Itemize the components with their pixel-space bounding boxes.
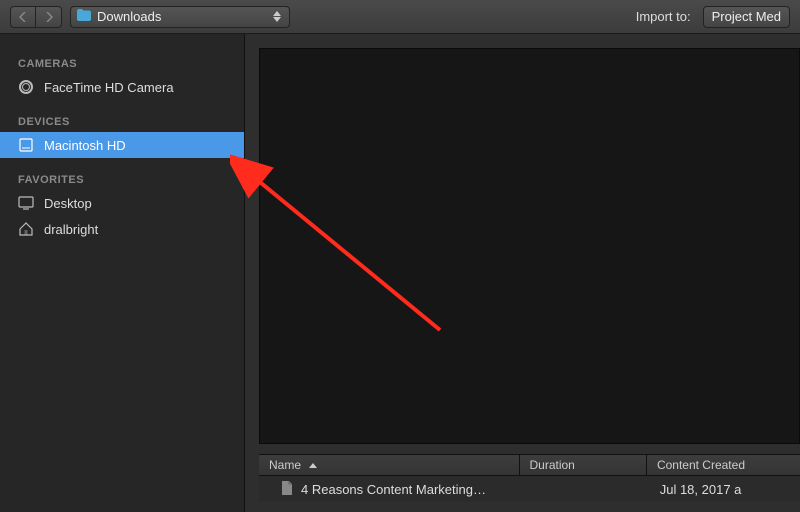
table-header: Name Duration Content Created [259, 454, 800, 476]
column-duration[interactable]: Duration [520, 455, 647, 475]
sidebar-item-macintosh-hd[interactable]: Macintosh HD [0, 132, 244, 158]
content-area: Name Duration Content Created 4 Reasons … [245, 34, 800, 512]
folder-icon [77, 9, 91, 24]
column-content-created[interactable]: Content Created [647, 455, 800, 475]
import-to-value: Project Med [712, 9, 781, 24]
path-selector[interactable]: Downloads [70, 6, 290, 28]
updown-icon [271, 11, 283, 22]
sidebar: CAMERAS FaceTime HD Camera DEVICES Macin… [0, 34, 245, 512]
sidebar-item-home[interactable]: dralbright [0, 216, 244, 242]
main-area: CAMERAS FaceTime HD Camera DEVICES Macin… [0, 34, 800, 512]
import-to-selector[interactable]: Project Med [703, 6, 790, 28]
file-table: Name Duration Content Created 4 Reasons … [259, 454, 800, 512]
sidebar-item-facetime-camera[interactable]: FaceTime HD Camera [0, 74, 244, 100]
desktop-icon [18, 195, 34, 211]
document-icon [281, 481, 293, 498]
camera-icon [18, 79, 34, 95]
sidebar-item-label: dralbright [44, 222, 98, 237]
back-button[interactable] [10, 6, 36, 28]
home-icon [18, 221, 34, 237]
disk-icon [18, 137, 34, 153]
file-created: Jul 18, 2017 a [660, 482, 742, 497]
import-to-label: Import to: [636, 9, 691, 24]
section-title-devices: DEVICES [0, 110, 244, 132]
sidebar-item-label: Macintosh HD [44, 138, 126, 153]
section-title-cameras: CAMERAS [0, 52, 244, 74]
nav-buttons [10, 6, 62, 28]
file-name: 4 Reasons Content Marketing… [301, 482, 486, 497]
sidebar-item-label: FaceTime HD Camera [44, 80, 174, 95]
sidebar-item-label: Desktop [44, 196, 92, 211]
path-label: Downloads [97, 9, 161, 24]
preview-pane [259, 48, 800, 444]
toolbar: Downloads Import to: Project Med [0, 0, 800, 34]
section-title-favorites: FAVORITES [0, 168, 244, 190]
forward-button[interactable] [36, 6, 62, 28]
sidebar-item-desktop[interactable]: Desktop [0, 190, 244, 216]
column-name[interactable]: Name [259, 455, 520, 475]
table-row[interactable]: 4 Reasons Content Marketing… Jul 18, 201… [259, 476, 800, 502]
